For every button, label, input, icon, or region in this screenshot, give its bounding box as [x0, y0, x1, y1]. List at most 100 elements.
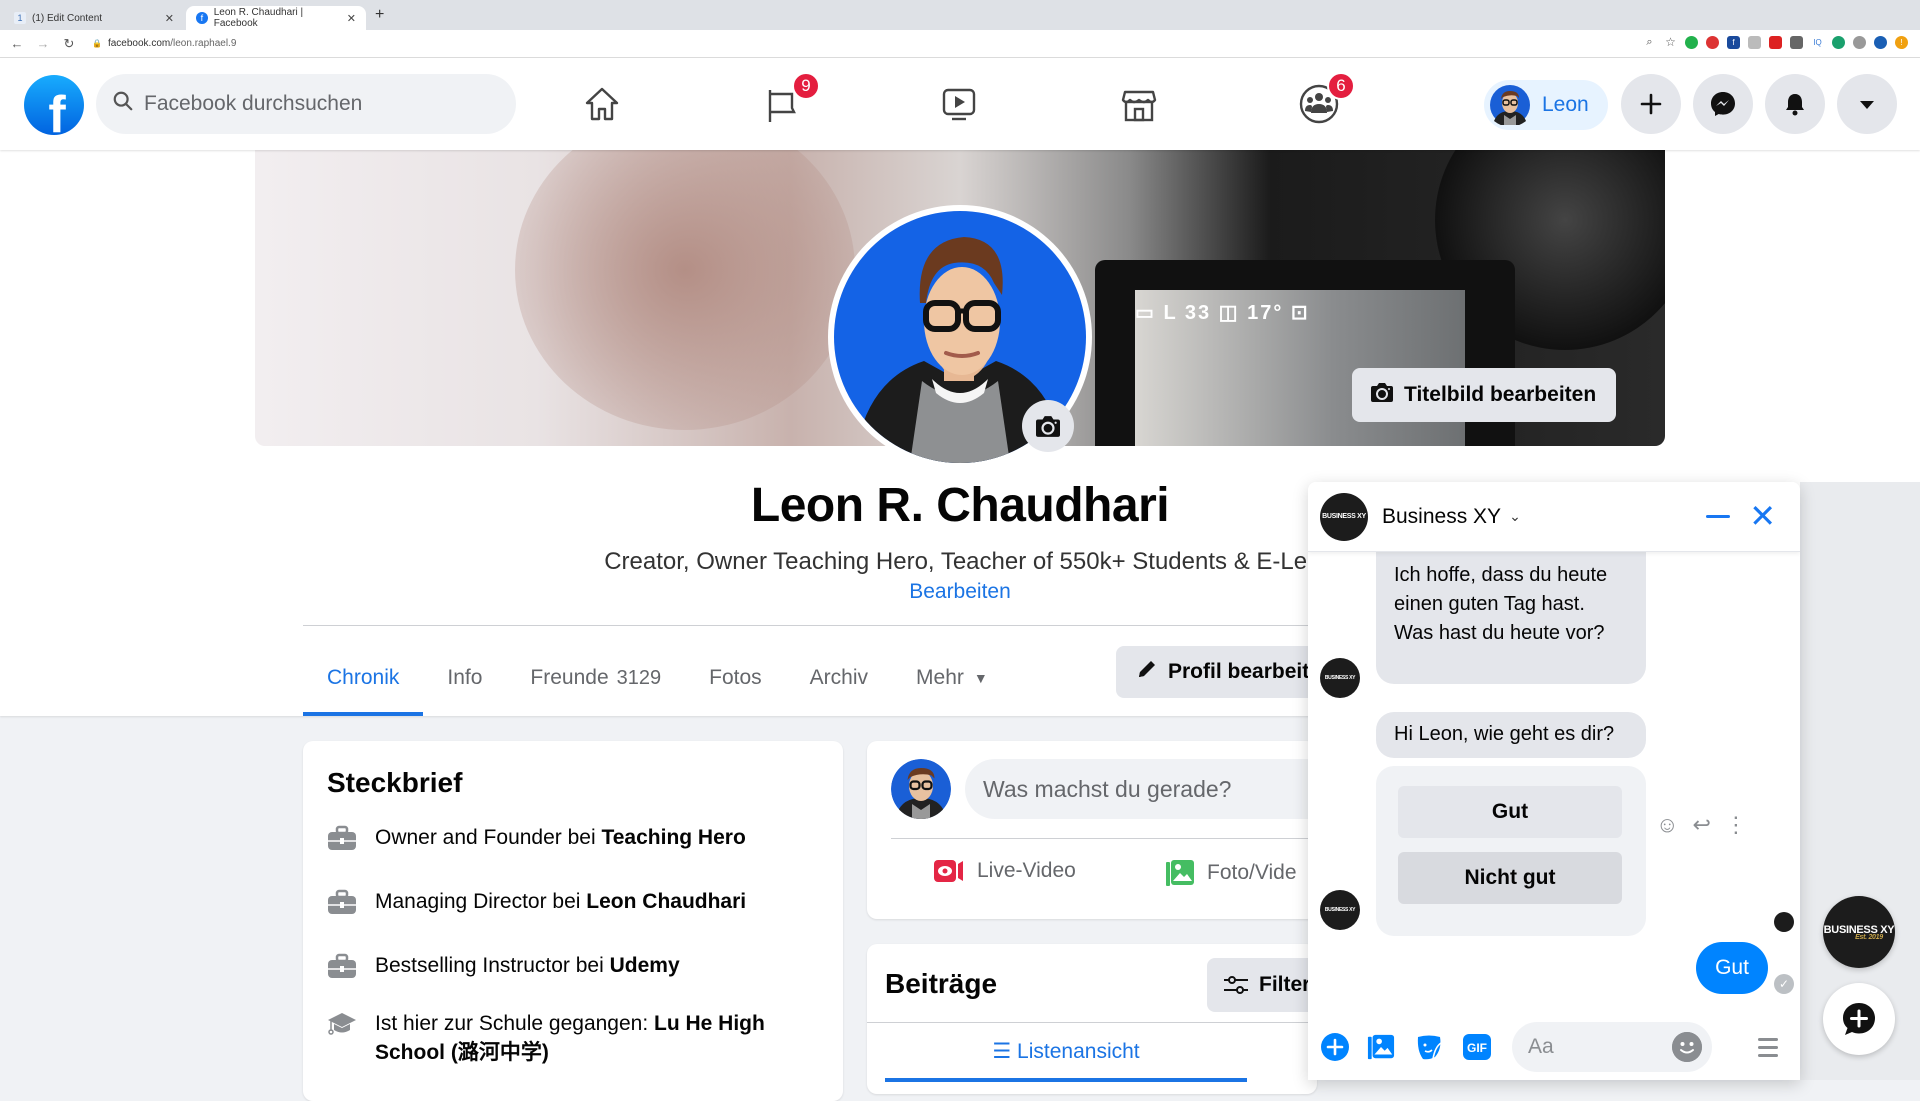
browser-tab-bar: 1 (1) Edit Content ✕ f Leon R. Chaudhari… [0, 0, 1920, 30]
reload-icon[interactable]: ↻ [60, 36, 78, 52]
caret-down-icon: ▼ [973, 670, 988, 686]
zoom-icon[interactable]: ⌕ [1643, 36, 1656, 49]
camera-icon [1370, 381, 1394, 409]
extension-icon[interactable] [1790, 36, 1803, 49]
graduation-cap-icon [328, 1013, 356, 1035]
extension-icon[interactable] [1769, 36, 1782, 49]
tab-chronik[interactable]: Chronik [303, 640, 424, 716]
pages-badge: 9 [792, 72, 820, 100]
url-field[interactable]: 🔒 facebook.com/leon.raphael.9 [92, 38, 236, 49]
more-options-icon[interactable]: ⋮ [1725, 812, 1747, 838]
edit-profile-button[interactable]: Profil bearbeit [1116, 646, 1336, 698]
account-menu-button[interactable] [1837, 74, 1897, 134]
nav-pages[interactable]: 9 [762, 72, 820, 126]
plus-icon [1640, 93, 1662, 115]
message-actions: ☺ ↩ ⋮ [1656, 812, 1747, 838]
extension-icon[interactable] [1706, 36, 1719, 49]
tab-mehr[interactable]: Mehr ▼ [892, 640, 1012, 716]
tab-archiv[interactable]: Archiv [786, 640, 892, 716]
cover-blur-shape [515, 150, 855, 430]
update-alert-icon[interactable]: ! [1895, 36, 1908, 49]
message-placeholder: Aa [1528, 1035, 1554, 1058]
sticker-button[interactable] [1414, 1032, 1444, 1062]
edit-cover-photo-button[interactable]: Titelbild bearbeiten [1352, 368, 1616, 422]
close-tab-icon[interactable]: ✕ [347, 12, 356, 25]
nav-watch[interactable] [937, 82, 981, 126]
extension-icon[interactable] [1832, 36, 1845, 49]
chat-head-business-xy[interactable]: BUSINESS XY Est. 2019 [1823, 896, 1895, 968]
intro-link[interactable]: Teaching Hero [601, 826, 745, 849]
tab-fotos[interactable]: Fotos [685, 640, 786, 716]
intro-text: Managing Director bei [375, 890, 587, 913]
extension-icon[interactable] [1748, 36, 1761, 49]
close-icon[interactable]: ✕ [1749, 500, 1776, 532]
extension-icon[interactable] [1853, 36, 1866, 49]
posts-title: Beiträge [885, 968, 998, 999]
quick-reply-nicht-gut[interactable]: Nicht gut [1398, 852, 1622, 904]
minimize-icon[interactable] [1706, 515, 1730, 518]
avatar [1490, 85, 1530, 127]
chat-header[interactable]: BUSINESS XY Business XY ⌄ ✕ [1308, 482, 1800, 552]
nav-home[interactable] [580, 82, 624, 126]
gif-button[interactable]: GIF [1462, 1032, 1492, 1062]
emoji-icon[interactable] [1672, 1032, 1702, 1062]
more-actions-button[interactable] [1320, 1032, 1350, 1062]
edit-profile-picture-button[interactable] [1022, 400, 1074, 452]
message-input[interactable]: Aa [1512, 1022, 1712, 1072]
live-video-label: Live-Video [977, 859, 1076, 882]
facebook-logo[interactable]: f [24, 75, 84, 135]
posts-divider [867, 1022, 1317, 1023]
edit-content-favicon: 1 [14, 12, 26, 24]
nav-marketplace[interactable] [1117, 82, 1161, 126]
hamburger-menu-icon[interactable] [1758, 1038, 1778, 1062]
intro-link[interactable]: Leon Chaudhari [586, 890, 746, 913]
browser-tab-edit-content[interactable]: 1 (1) Edit Content ✕ [4, 6, 184, 30]
chat-title[interactable]: Business XY [1382, 505, 1501, 529]
user-profile-chip[interactable]: Leon [1484, 80, 1608, 130]
photo-video-button[interactable]: Foto/Vide [1165, 859, 1297, 887]
extension-icon[interactable] [1685, 36, 1698, 49]
tab-freunde[interactable]: Freunde 3129 [506, 640, 685, 716]
react-smiley-icon[interactable]: ☺ [1656, 812, 1678, 838]
list-view-tab[interactable]: ☰ Listenansicht [885, 1039, 1247, 1064]
intro-link[interactable]: Udemy [610, 954, 680, 977]
browser-tab-facebook[interactable]: f Leon R. Chaudhari | Facebook ✕ [186, 6, 366, 30]
gif-icon: GIF [1463, 1034, 1491, 1060]
lock-icon: 🔒 [92, 39, 102, 48]
chat-composer: GIF Aa [1308, 1010, 1800, 1080]
notifications-button[interactable] [1765, 74, 1825, 134]
profile-avatar-icon[interactable] [1874, 36, 1887, 49]
bookmark-star-icon[interactable]: ☆ [1664, 36, 1677, 49]
back-icon[interactable]: ← [8, 36, 26, 51]
posts-card: Beiträge Filter ☰ Listenansicht [867, 944, 1317, 1094]
live-video-button[interactable]: Live-Video [933, 859, 1076, 883]
new-message-button[interactable] [1823, 983, 1895, 1055]
close-tab-icon[interactable]: ✕ [165, 12, 174, 25]
chevron-down-icon[interactable]: ⌄ [1509, 508, 1521, 525]
attach-photo-button[interactable] [1366, 1032, 1396, 1062]
avatar[interactable] [891, 759, 951, 819]
edit-bio-label[interactable]: Bearbeiten [909, 580, 1011, 603]
briefcase-icon [328, 889, 356, 914]
intro-item: Managing Director bei Leon Chaudhari [327, 887, 827, 916]
whats-on-your-mind-input[interactable]: Was machst du gerade? [965, 759, 1317, 819]
quick-reply-gut[interactable]: Gut [1398, 786, 1622, 838]
tab-label: Fotos [709, 666, 762, 689]
new-tab-button[interactable]: + [375, 6, 384, 24]
messenger-icon [1711, 92, 1735, 116]
filter-button[interactable]: Filter [1207, 958, 1317, 1012]
groups-badge: 6 [1327, 72, 1355, 100]
extension-icon[interactable]: IQ [1811, 36, 1824, 49]
messenger-button[interactable] [1693, 74, 1753, 134]
create-button[interactable] [1621, 74, 1681, 134]
search-input[interactable]: Facebook durchsuchen [96, 74, 516, 134]
intro-text: Ist hier zur Schule gegangen: [375, 1012, 655, 1035]
forward-icon[interactable]: → [34, 36, 52, 51]
reply-icon[interactable]: ↩ [1692, 812, 1710, 838]
profile-tabs: Chronik Info Freunde 3129 Fotos Archiv Me… [303, 640, 1012, 716]
url-domain: facebook.com [107, 38, 171, 49]
facebook-favicon: f [196, 12, 208, 24]
nav-groups[interactable]: 6 [1297, 72, 1355, 126]
extension-icon[interactable]: f [1727, 36, 1740, 49]
tab-info[interactable]: Info [423, 640, 506, 716]
